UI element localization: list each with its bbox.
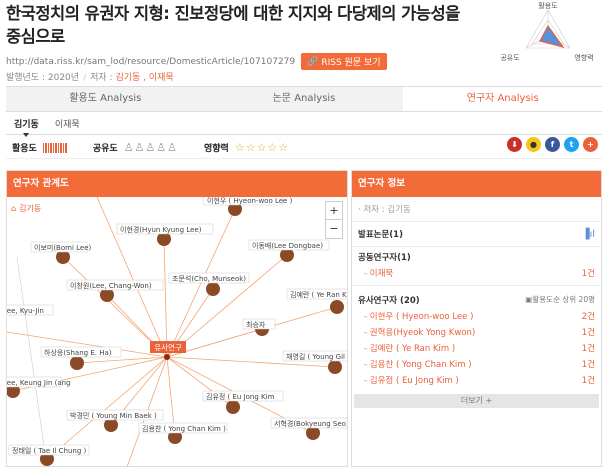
facebook-icon[interactable]: f	[545, 137, 560, 152]
coauthors-title: 공동연구자(1)	[358, 253, 411, 263]
list-item[interactable]: 이재묵 1건	[352, 265, 601, 281]
more-button[interactable]: 더보기 +	[354, 394, 599, 408]
node-label[interactable]: 이현경(Hyun Kyung Lee)	[120, 225, 202, 234]
node-label[interactable]: Lee, Keung Jin (ang	[7, 379, 71, 387]
node-label[interactable]: 이현우 ( Hyeon-woo Lee )	[207, 197, 293, 205]
radar-axis-influence: 영향력	[574, 53, 593, 62]
list-item[interactable]: 김용찬 ( Yong Chan Kim ) 1건	[352, 356, 601, 372]
node-label[interactable]: 김용찬 ( Yong Chan Kim )	[142, 424, 226, 433]
network-graph[interactable]: 이현우 ( Hyeon-woo Lee ) 이보미(Bomi Lee) 이현경(…	[7, 197, 347, 467]
riss-button-label: RISS 원문 보기	[321, 58, 381, 68]
node-label[interactable]: 김예란 ( Ye Ran Kim	[290, 290, 347, 299]
twitter-icon[interactable]: t	[564, 137, 579, 152]
share-stat: 공유도 ♙♙♙♙♙	[92, 141, 178, 154]
home-link[interactable]: ⌂ 김기동	[11, 203, 41, 214]
download-icon[interactable]: ⬇	[507, 137, 522, 152]
add-icon[interactable]: +	[583, 137, 598, 152]
author-line: · 저자 : 김기동	[352, 197, 601, 222]
usage-stat: 활용도	[12, 141, 67, 154]
node-label[interactable]: 채영길 ( Young Gil C	[286, 352, 347, 361]
tab-researcher-analysis[interactable]: 연구자 Analysis	[403, 87, 603, 111]
resource-url[interactable]: http://data.riss.kr/sam_lod/resource/Dom…	[6, 57, 295, 67]
subtab-kim-kidong[interactable]: 김기동	[6, 113, 47, 137]
radar-axis-share: 공유도	[500, 54, 520, 62]
publish-year: 발행년도 : 2020년	[6, 73, 80, 83]
meta-row: 발행년도 : 2020년 / 저자 : 김기동 , 이재묵	[6, 73, 174, 83]
bar-chart-icon[interactable]: ▐ıl	[582, 229, 595, 240]
info-panel-title: 연구자 정보	[352, 171, 601, 197]
node-label[interactable]: Lee, Kyu-Jin	[7, 307, 44, 315]
subtab-lee-jaemook[interactable]: 이재묵	[47, 113, 88, 134]
list-item[interactable]: 김예란 ( Ye Ran Kim ) 1건	[352, 340, 601, 356]
network-svg[interactable]: 이현우 ( Hyeon-woo Lee ) 이보미(Bomi Lee) 이현경(…	[7, 197, 347, 467]
researcher-info-panel: 연구자 정보 · 저자 : 김기동 발표논문(1) ▐ıl 공동연구자(1) 이…	[351, 170, 602, 467]
kakao-icon[interactable]: ●	[526, 137, 541, 152]
node-label[interactable]: 박경민 ( Young Min Baek )	[70, 411, 157, 420]
stats-row: 활용도 공유도 ♙♙♙♙♙ 영향력 ☆☆☆☆☆ ⬇ ● f t +	[6, 137, 602, 159]
node-label[interactable]: 조문석(Cho, Munseok)	[172, 274, 246, 283]
list-item[interactable]: 김유정 ( Eu Jong Kim ) 1건	[352, 372, 601, 388]
person-icons: ♙♙♙♙♙	[123, 141, 178, 154]
author-links[interactable]: 김기동 , 이재묵	[115, 73, 173, 83]
usage-bars	[42, 142, 67, 153]
researcher-subtabs: 김기동 이재묵	[6, 113, 602, 137]
author-label: 저자 :	[90, 73, 116, 83]
node-label[interactable]: 하상응(Shang E. Ha)	[44, 348, 112, 357]
node-label[interactable]: 서혁경(Bokyeung Seo)	[274, 419, 347, 428]
url-row: http://data.riss.kr/sam_lod/resource/Dom…	[6, 53, 387, 70]
tab-usage-analysis[interactable]: 활용도 Analysis	[6, 87, 205, 111]
star-icons: ☆☆☆☆☆	[234, 141, 290, 154]
link-icon: 🔗	[307, 56, 319, 67]
node-label[interactable]: 이동배(Lee Dongbae)	[252, 241, 323, 250]
publications-row[interactable]: 발표논문(1) ▐ıl	[352, 222, 601, 247]
home-icon: ⌂	[11, 204, 17, 213]
zoom-controls: + −	[325, 201, 343, 239]
node-label[interactable]: 김유정 ( Eu Jong Kim	[206, 392, 275, 401]
tab-paper-analysis[interactable]: 논문 Analysis	[205, 87, 404, 111]
zoom-in-button[interactable]: +	[326, 202, 342, 220]
radar-axis-usage: 활용도	[538, 1, 558, 10]
node-label[interactable]: 이보미(Bomi Lee)	[34, 243, 92, 252]
node-label[interactable]: 정태일 ( Tae Il Chung )	[12, 446, 87, 455]
researcher-network-panel: 연구자 관계도 이현우 (Hyeon-woo Lee) 이보미(Bomi L…	[6, 170, 348, 467]
similar-researchers-title: 유사연구자 (20) ▣활용도순 상위 20명	[358, 295, 595, 306]
node-label[interactable]: 이창원(Lee, Chang-Won)	[70, 281, 152, 290]
zoom-out-button[interactable]: −	[326, 220, 342, 238]
riss-original-button[interactable]: 🔗 RISS 원문 보기	[301, 53, 387, 70]
influence-stat: 영향력 ☆☆☆☆☆	[204, 141, 290, 154]
share-buttons: ⬇ ● f t +	[507, 137, 598, 152]
radar-chart: 활용도 공유도 영향력	[500, 1, 593, 62]
network-panel-title: 연구자 관계도	[7, 171, 347, 197]
list-item[interactable]: 권혁용(Hyeok Yong Kwon) 1건	[352, 324, 601, 340]
page-title: 한국정치의 유권자 지형: 진보정당에 대한 지지와 다당제의 가능성을 중심으…	[6, 4, 460, 46]
list-item[interactable]: 이현우 ( Hyeon-woo Lee ) 2건	[352, 308, 601, 324]
center-node-label[interactable]: 유사연구	[154, 343, 182, 352]
sort-label: ▣활용도순 상위 20명	[525, 295, 595, 304]
analysis-tabs: 활용도 Analysis 논문 Analysis 연구자 Analysis	[6, 86, 603, 112]
node-label[interactable]: 최승자	[246, 320, 266, 329]
